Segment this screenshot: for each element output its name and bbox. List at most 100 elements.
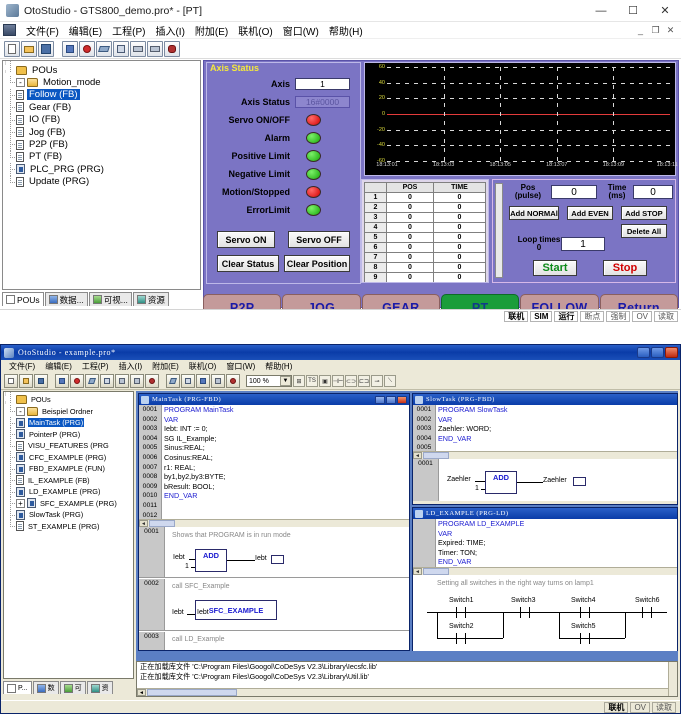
slowtask-declaration-editor[interactable]: 0001 PROGRAM SlowTask 0002 VAR 0003 Zaehle… [413, 405, 677, 459]
stop-icon[interactable] [79, 40, 95, 57]
copy-icon[interactable] [181, 374, 195, 388]
cell-pos[interactable]: 0 [386, 202, 434, 213]
message-hscrollbar[interactable]: ◄ [137, 688, 668, 696]
network-0001[interactable]: 0001 Shows that PROGRAM is in run mode A… [139, 527, 409, 578]
tree-root-pous[interactable]: POUs [5, 394, 132, 406]
menu-item-project[interactable]: 工程(P) [77, 361, 114, 372]
cell-time[interactable]: 0 [432, 272, 487, 282]
find-icon[interactable] [211, 374, 225, 388]
tree-item-p2p[interactable]: P2P (FB) [5, 61, 198, 152]
find-next-icon[interactable] [226, 374, 240, 388]
cell-time[interactable]: 0 [432, 242, 487, 253]
scroll-left-arrow[interactable]: ◄ [137, 689, 146, 696]
open-file-icon[interactable] [19, 374, 33, 388]
tree-folder-beispiel-ordner[interactable]: - Beispiel Ordner [5, 405, 132, 418]
table-row[interactable]: 300 [364, 212, 487, 223]
branch-icon[interactable]: ⊏⊐ [358, 375, 370, 387]
scroll-left-arrow[interactable]: ◄ [139, 520, 148, 527]
menu-item-online[interactable]: 联机(O) [233, 22, 277, 39]
input-icon[interactable]: ⊸ [371, 375, 383, 387]
cell-time[interactable]: 0 [432, 212, 487, 223]
cell-pos[interactable]: 0 [387, 283, 434, 284]
tree-item-io[interactable]: IO (FB) [5, 61, 198, 127]
menu-item-file[interactable]: 文件(F) [4, 361, 40, 372]
negate-icon[interactable]: ⟍ [384, 375, 396, 387]
login-icon[interactable] [55, 374, 69, 388]
clear-position-button[interactable]: Clear Position [284, 255, 350, 272]
table-row[interactable]: 200 [364, 202, 487, 213]
menu-item-edit[interactable]: 编辑(E) [64, 22, 107, 39]
chevron-down-icon[interactable]: ▼ [280, 376, 291, 386]
cell-pos[interactable]: 0 [386, 222, 434, 233]
lower-project-tree-panel[interactable]: POUs - Beispiel Ordner MainTask (PRG) Po… [3, 391, 134, 679]
tab-data[interactable]: 数据... [44, 292, 88, 306]
expander-toggle[interactable]: - [16, 406, 25, 416]
servo-on-button[interactable]: Servo ON [217, 231, 275, 248]
contact-switch3[interactable] [519, 607, 531, 618]
tab-visualization[interactable]: 可视... [88, 292, 132, 306]
maximize-button[interactable] [651, 347, 664, 358]
menu-item-insert[interactable]: 插入(I) [114, 361, 148, 372]
scroll-thumb[interactable] [423, 452, 449, 459]
tree-item-follow[interactable]: Follow (FB) [5, 61, 198, 102]
cell-time[interactable]: 0 [432, 202, 487, 213]
minimize-button[interactable]: — [585, 0, 617, 22]
table-row[interactable]: 500 [364, 232, 487, 243]
message-panel[interactable]: 正在加载库文件 'C:\Program Files\Googol\CoDeSys… [136, 661, 678, 697]
scroll-left-arrow[interactable]: ◄ [413, 568, 422, 575]
debug-icon[interactable] [96, 40, 112, 57]
table-row[interactable]: 900 [364, 272, 487, 282]
tree-item-pt[interactable]: PT (FB) [5, 61, 198, 163]
expander-toggle[interactable]: + [16, 498, 25, 508]
cell-time[interactable]: 0 [432, 222, 487, 233]
build-icon[interactable] [164, 40, 180, 57]
time-value-field[interactable]: 0 [633, 185, 673, 199]
cell-time[interactable]: 0 [432, 252, 487, 263]
new-file-icon[interactable] [4, 374, 18, 388]
time-icon[interactable]: TS [306, 375, 318, 387]
contact-switch1[interactable] [455, 607, 467, 618]
menu-item-insert[interactable]: 插入(I) [150, 22, 189, 39]
start-button[interactable]: Start [533, 260, 577, 276]
maximize-button[interactable] [386, 395, 396, 404]
paste-icon[interactable] [196, 374, 210, 388]
tab-pous[interactable]: POUs [2, 292, 44, 306]
tab-resources[interactable]: 资 [86, 681, 113, 694]
minimize-button[interactable] [637, 347, 650, 358]
table-row[interactable]: 1000 [365, 283, 486, 284]
cell-time[interactable]: 0 [432, 232, 487, 243]
point-table-panel[interactable]: POS TIME 100 200 300 400 500 600 700 800… [361, 179, 489, 283]
tree-item-st-example[interactable]: ST_EXAMPLE (PRG) [5, 520, 132, 533]
cell-pos[interactable]: 0 [386, 242, 434, 253]
stop-button[interactable]: Stop [603, 260, 647, 276]
tab-visualization[interactable]: 可 [59, 681, 86, 694]
cell-time[interactable]: 0 [432, 262, 487, 273]
menu-item-extras[interactable]: 附加(E) [190, 22, 233, 39]
servo-off-button[interactable]: Servo OFF [288, 231, 350, 248]
menu-item-project[interactable]: 工程(P) [107, 22, 150, 39]
ld-example-ladder-editor[interactable]: Setting all switches in the right way tu… [413, 575, 677, 651]
tree-folder-motion-mode[interactable]: - Motion_mode [5, 76, 198, 88]
save-file-icon[interactable] [34, 374, 48, 388]
network-0001[interactable]: 0001 ADD Zaehler 1 Zaehler [413, 459, 677, 501]
print-preview-icon[interactable] [147, 40, 163, 57]
decl-hscrollbar[interactable]: ◄ [413, 567, 677, 575]
close-button[interactable] [397, 395, 407, 404]
scroll-thumb[interactable] [423, 568, 449, 575]
network-0003[interactable]: 0003 call LD_Example [139, 632, 409, 650]
scroll-left-arrow[interactable]: ◄ [413, 452, 422, 459]
open-file-icon[interactable] [21, 40, 37, 57]
network-icon[interactable]: ⊞ [293, 375, 305, 387]
cell-time[interactable]: 0 [432, 192, 487, 203]
add-function-block[interactable]: ADD [195, 549, 227, 572]
save-file-icon[interactable] [38, 40, 54, 57]
menu-item-online[interactable]: 联机(O) [184, 361, 222, 372]
add-even-button[interactable]: Add EVEN [567, 206, 613, 220]
menu-item-help[interactable]: 帮助(H) [260, 361, 297, 372]
print-icon[interactable] [130, 40, 146, 57]
login-icon[interactable] [62, 40, 78, 57]
add-stop-button[interactable]: Add STOP [621, 206, 667, 220]
mdi-restore-button[interactable]: ❐ [649, 25, 662, 36]
decl-hscrollbar[interactable]: ◄ [413, 451, 677, 459]
window-icon[interactable] [113, 40, 129, 57]
